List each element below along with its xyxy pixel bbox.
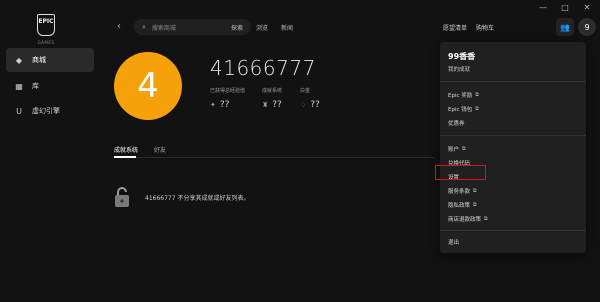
search-icon: ⌕ (142, 22, 146, 31)
menu-item-label: 优惠券 (448, 121, 465, 127)
nav-news[interactable]: 新闻 (281, 23, 293, 32)
menu-item-label: Epic 钱包 (448, 107, 473, 113)
menu-item-label: 账户 (448, 147, 460, 153)
menu-item-epic-wallet[interactable]: Epic 钱包 ⧉ (448, 105, 479, 113)
menu-divider (440, 230, 586, 231)
stat-value: ?? (219, 100, 230, 110)
sidebar-item-label: 虚幻引擎 (32, 107, 60, 115)
stat-label: 白金 (300, 88, 311, 94)
tab-achievements[interactable]: 成就系统 (114, 145, 138, 154)
account-menu: 99香香 我的成就 Epic 奖励 ⧉ Epic 钱包 ⧉ 优惠券 账户 ⧉ 兑换代码… (440, 42, 586, 253)
external-link-icon: ⧉ (475, 92, 479, 98)
cart-link[interactable]: 购物车 (476, 23, 494, 32)
menu-item-sign-out[interactable]: 退出 (448, 238, 459, 246)
sidebar: EPIC GAMES ◆ 商城 ▦ 库 U 虚幻引擎 (0, 0, 103, 302)
wishlist-link[interactable]: 愿望清单 (443, 23, 467, 32)
stat-label: 已获得总经验值 (210, 88, 246, 94)
stat-total-xp: 已获得总经验值 ✦?? (210, 87, 245, 110)
empty-state-message: 41666777 不分享其成就或好友列表。 (145, 195, 250, 202)
minimize-button[interactable]: — (538, 0, 548, 16)
stat-achievements: 成就系统 ♜?? (262, 87, 282, 110)
nav-discover[interactable]: 探索 (231, 23, 243, 32)
menu-item-epic-rewards[interactable]: Epic 奖励 ⧉ (448, 91, 479, 99)
active-tab-indicator (114, 156, 136, 158)
window-controls: — □ ✕ (530, 0, 600, 16)
friends-button[interactable]: 👥 (556, 18, 574, 36)
menu-item-my-achievements[interactable]: 我的成就 (448, 65, 470, 73)
menu-item-terms-of-service[interactable]: 服务条款 ⧉ (448, 187, 477, 195)
sidebar-item-unreal-engine[interactable]: U 虚幻引擎 (6, 99, 94, 123)
account-display-name: 99香香 (448, 52, 476, 61)
menu-item-account[interactable]: 账户 ⧉ (448, 145, 466, 153)
tag-icon: ◆ (15, 55, 23, 65)
menu-item-coupons[interactable]: 优惠券 (448, 119, 465, 127)
external-link-icon: ⧉ (484, 216, 488, 222)
top-bar: ‹ ⌕ 搜索商城 探索 浏览 新闻 愿望清单 购物车 👥 9 (103, 16, 600, 38)
unreal-icon: U (16, 106, 22, 116)
close-button[interactable]: ✕ (582, 0, 592, 16)
menu-divider (440, 81, 586, 82)
profile-avatar: 4 (114, 52, 182, 120)
sidebar-item-label: 商城 (32, 56, 46, 64)
menu-item-label: 商店退款政策 (448, 217, 482, 223)
epic-logo[interactable]: EPIC (37, 14, 55, 36)
sidebar-item-store[interactable]: ◆ 商城 (6, 48, 94, 72)
maximize-button[interactable]: □ (560, 0, 570, 16)
grid-icon: ▦ (15, 81, 23, 91)
profile-username: 41666777 (210, 56, 316, 80)
settings-highlight-box (435, 165, 486, 180)
platinum-icon: ♢ (300, 101, 307, 109)
external-link-icon: ⧉ (473, 188, 477, 194)
menu-item-label: 退出 (448, 240, 460, 246)
menu-item-label: 服务条款 (448, 189, 471, 195)
stat-platinum: 白金 ♢?? (300, 87, 320, 110)
account-avatar-button[interactable]: 9 (578, 18, 596, 36)
menu-item-refund-policy[interactable]: 商店退款政策 ⧉ (448, 215, 488, 223)
nav-browse[interactable]: 浏览 (256, 23, 268, 32)
sparkle-icon: ✦ (210, 101, 216, 109)
stat-value: ?? (272, 100, 282, 110)
tab-friends[interactable]: 好友 (154, 145, 166, 154)
external-link-icon: ⧉ (475, 106, 479, 112)
stat-value: ?? (310, 100, 320, 110)
external-link-icon: ⧉ (473, 202, 477, 208)
epic-logo-subtext: GAMES (37, 40, 55, 45)
external-link-icon: ⧉ (462, 146, 466, 152)
stat-label: 成就系统 (262, 88, 283, 94)
tabs-divider (114, 157, 434, 158)
lock-icon (115, 187, 129, 207)
trophy-icon: ♜ (262, 101, 269, 109)
menu-item-label: Epic 奖励 (448, 93, 473, 99)
menu-divider (440, 135, 586, 136)
menu-item-label: 隐私政策 (448, 203, 471, 209)
sidebar-item-label: 库 (32, 82, 39, 90)
search-placeholder: 搜索商城 (151, 24, 176, 32)
back-icon[interactable]: ‹ (117, 21, 121, 32)
menu-item-privacy-policy[interactable]: 隐私政策 ⧉ (448, 201, 477, 209)
friends-icon: 👥 (560, 22, 570, 32)
sidebar-item-library[interactable]: ▦ 库 (6, 74, 94, 98)
